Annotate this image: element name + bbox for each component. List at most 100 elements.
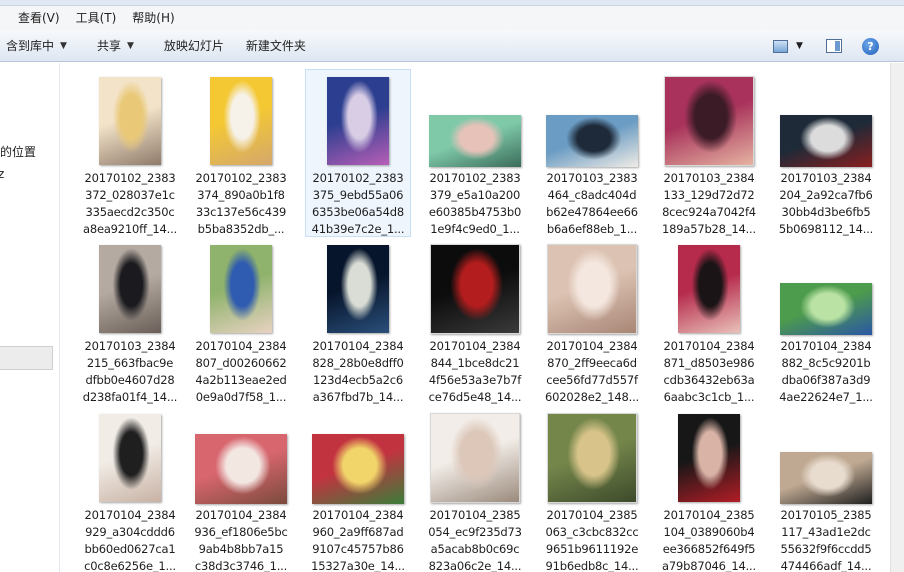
image-thumbnail — [210, 245, 272, 333]
image-thumbnail — [430, 413, 520, 503]
thumbnail-frame — [306, 73, 410, 169]
image-thumbnail — [780, 283, 872, 335]
image-thumbnail — [780, 452, 872, 504]
help-button[interactable]: ? — [862, 34, 879, 58]
command-bar: 含到库中 ▼ 共享 ▼ 放映幻灯片 新建文件夹 ▼ ? — [0, 30, 904, 62]
file-item[interactable]: 20170102_2383 372_028037e1c 335aecd2c350… — [77, 69, 183, 237]
file-item[interactable]: 20170102_2383 375_9ebd55a06 6353be06a54d… — [305, 69, 411, 237]
image-thumbnail — [210, 77, 272, 165]
preview-pane-icon — [826, 39, 842, 53]
thumbnail-frame — [774, 410, 878, 506]
view-options-icon — [772, 39, 790, 53]
file-name-label: 20170102_2383 375_9ebd55a06 6353be06a54d… — [311, 171, 405, 236]
file-name-label: 20170103_2383 464_c8adc404d b62e47864ee6… — [546, 171, 638, 236]
file-name-label: 20170102_2383 372_028037e1c 335aecd2c350… — [83, 171, 177, 236]
file-name-label: 20170103_2384 215_663fbac9e dfbb0e4607d2… — [82, 339, 178, 404]
file-name-label: 20170102_2383 374_890a0b1f8 33c137e56c43… — [195, 171, 287, 236]
image-thumbnail — [547, 244, 637, 334]
file-name-label: 20170104_2384 870_2ff9eeca6d cee56fd77d5… — [545, 339, 639, 404]
thumbnail-frame — [423, 73, 527, 169]
file-item[interactable]: 20170102_2383 379_e5a10a200 e60385b4753b… — [422, 69, 528, 237]
menu-view[interactable]: 查看(V) — [10, 6, 68, 30]
slideshow-button[interactable]: 放映幻灯片 — [156, 34, 232, 58]
nav-item-locations[interactable]: 的位置 — [0, 143, 36, 160]
nav-item-selected[interactable] — [0, 346, 53, 370]
file-name-label: 20170104_2385 063_c3cbc832cc 9651b961119… — [545, 508, 639, 572]
image-thumbnail — [780, 115, 872, 167]
file-name-label: 20170104_2384 844_1bce8dc21 4f56e53a3e7b… — [428, 339, 522, 404]
new-folder-button[interactable]: 新建文件夹 — [238, 34, 314, 58]
menu-tools[interactable]: 工具(T) — [68, 6, 125, 30]
image-thumbnail — [327, 77, 389, 165]
file-item[interactable]: 20170104_2384 960_2a9ff687ad 9107c45757b… — [305, 406, 411, 572]
chevron-down-icon: ▼ — [126, 40, 134, 51]
image-thumbnail — [678, 414, 740, 502]
vertical-scrollbar[interactable] — [890, 63, 904, 572]
image-thumbnail — [429, 115, 521, 167]
thumbnail-frame — [189, 73, 293, 169]
file-item[interactable]: 20170104_2384 936_ef1806e5bc 9ab4b8bb7a1… — [188, 406, 294, 572]
file-item[interactable]: 20170102_2383 374_890a0b1f8 33c137e56c43… — [188, 69, 294, 237]
file-name-label: 20170104_2384 828_28b0e8dff0 123d4ecb5a2… — [312, 339, 404, 404]
thumbnail-frame — [423, 241, 527, 337]
image-thumbnail — [678, 245, 740, 333]
file-name-label: 20170104_2384 936_ef1806e5bc 9ab4b8bb7a1… — [194, 508, 288, 572]
include-in-library-label: 含到库中 — [6, 39, 55, 53]
file-name-label: 20170102_2383 379_e5a10a200 e60385b4753b… — [428, 171, 522, 236]
file-item[interactable]: 20170103_2383 464_c8adc404d b62e47864ee6… — [539, 69, 645, 237]
thumbnail-frame — [657, 241, 761, 337]
thumbnail-frame — [540, 241, 644, 337]
image-thumbnail — [430, 244, 520, 334]
thumbnail-frame — [78, 241, 182, 337]
thumbnail-frame — [189, 241, 293, 337]
include-in-library-button[interactable]: 含到库中 ▼ — [0, 34, 75, 58]
file-item[interactable]: 20170104_2384 882_8c5c9201b dba06f387a3d… — [773, 237, 879, 405]
file-item[interactable]: 20170104_2384 807_d00260662 4a2b113eae2e… — [188, 237, 294, 405]
menu-help[interactable]: 帮助(H) — [124, 6, 182, 30]
thumbnail-frame — [423, 410, 527, 506]
file-name-label: 20170104_2385 104_0389060b4 ee366852f649… — [662, 508, 756, 572]
file-item[interactable]: 20170103_2384 204_2a92ca7fb6 30bb4d3be6f… — [773, 69, 879, 237]
image-thumbnail — [312, 434, 404, 504]
nav-item-fragment[interactable]: z — [0, 167, 4, 181]
file-item[interactable]: 20170103_2384 215_663fbac9e dfbb0e4607d2… — [77, 237, 183, 405]
image-thumbnail — [327, 245, 389, 333]
file-item[interactable]: 20170104_2384 828_28b0e8dff0 123d4ecb5a2… — [305, 237, 411, 405]
thumbnail-frame — [540, 410, 644, 506]
file-item[interactable]: 20170104_2384 871_d8503e986 cdb36432eb63… — [656, 237, 762, 405]
change-view-button[interactable]: ▼ — [772, 34, 803, 58]
file-list-view: 20170102_2383 372_028037e1c 335aecd2c350… — [60, 63, 890, 572]
file-name-label: 20170103_2384 204_2a92ca7fb6 30bb4d3be6f… — [778, 171, 874, 236]
file-item[interactable]: 20170104_2384 870_2ff9eeca6d cee56fd77d5… — [539, 237, 645, 405]
preview-pane-button[interactable] — [826, 34, 842, 58]
thumbnail-frame — [774, 241, 878, 337]
thumbnail-frame — [540, 73, 644, 169]
image-thumbnail — [664, 76, 754, 166]
image-thumbnail — [99, 414, 161, 502]
file-name-label: 20170104_2384 960_2a9ff687ad 9107c45757b… — [311, 508, 405, 572]
file-name-label: 20170104_2385 054_ec9f235d73 a5acab8b0c6… — [428, 508, 522, 572]
image-thumbnail — [99, 245, 161, 333]
file-item[interactable]: 20170105_2385 117_43ad1e2dc 55632f9f6ccd… — [773, 406, 879, 572]
file-item[interactable]: 20170104_2385 054_ec9f235d73 a5acab8b0c6… — [422, 406, 528, 572]
file-item[interactable]: 20170104_2385 063_c3cbc832cc 9651b961119… — [539, 406, 645, 572]
thumbnail-frame — [78, 410, 182, 506]
file-item[interactable]: 20170104_2384 844_1bce8dc21 4f56e53a3e7b… — [422, 237, 528, 405]
thumbnail-frame — [306, 410, 410, 506]
image-thumbnail — [546, 115, 638, 167]
navigation-pane: 的位置 z — [0, 63, 60, 572]
file-item[interactable]: 20170104_2385 104_0389060b4 ee366852f649… — [656, 406, 762, 572]
thumbnail-frame — [78, 73, 182, 169]
file-name-label: 20170104_2384 929_a304cddd6 bb60ed0627ca… — [84, 508, 176, 572]
share-label: 共享 — [96, 39, 121, 53]
thumbnail-frame — [657, 73, 761, 169]
file-item[interactable]: 20170104_2384 929_a304cddd6 bb60ed0627ca… — [77, 406, 183, 572]
image-thumbnail — [547, 413, 637, 503]
file-name-label: 20170103_2384 133_129d72d72 8cec924a7042… — [662, 171, 756, 236]
thumbnail-frame — [657, 410, 761, 506]
file-item[interactable]: 20170103_2384 133_129d72d72 8cec924a7042… — [656, 69, 762, 237]
file-name-label: 20170104_2384 871_d8503e986 cdb36432eb63… — [663, 339, 755, 404]
menu-bar: 查看(V) 工具(T) 帮助(H) — [0, 6, 904, 30]
help-icon: ? — [862, 37, 879, 55]
share-button[interactable]: 共享 ▼ — [89, 34, 142, 58]
